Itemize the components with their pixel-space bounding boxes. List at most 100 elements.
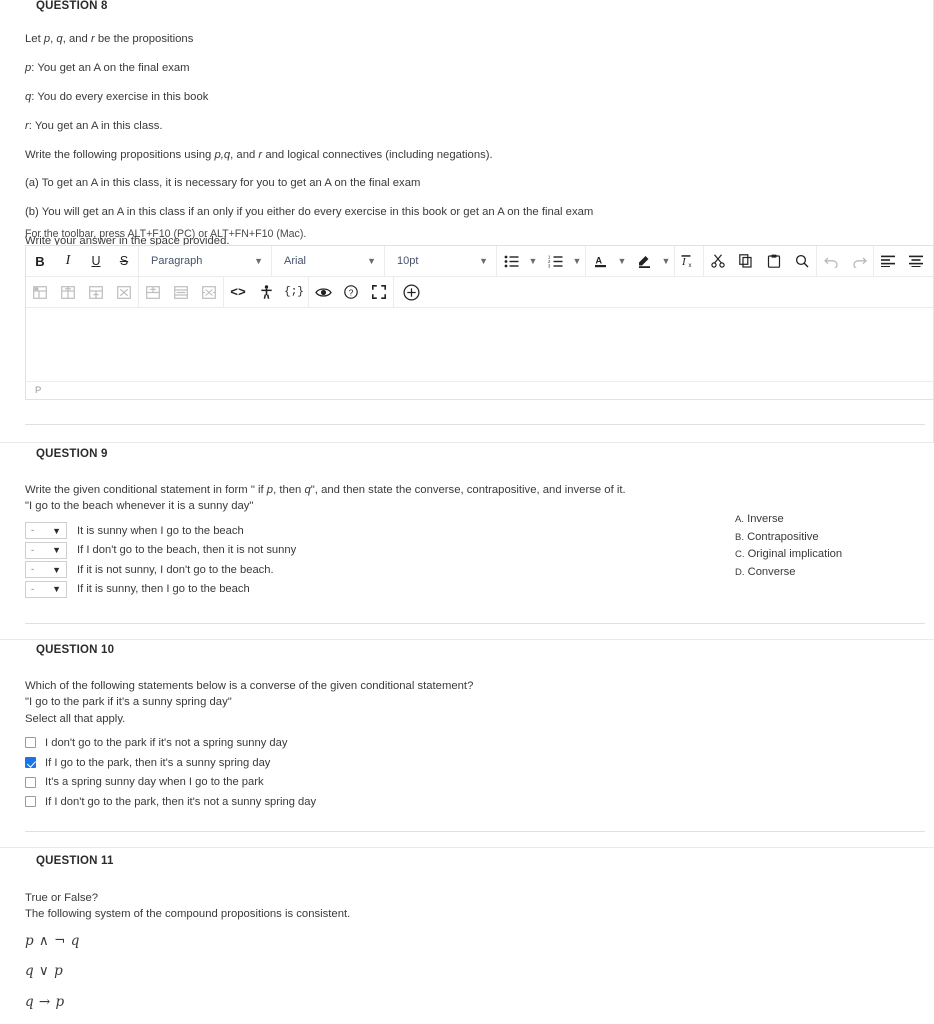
clear-formatting-group: Ix [675, 246, 704, 276]
highlight-color-icon[interactable] [630, 246, 658, 276]
text-color-chevron-down-icon[interactable]: ▼ [614, 246, 630, 276]
numbered-list-icon[interactable]: 123 [541, 246, 569, 276]
redo-icon[interactable] [845, 246, 873, 276]
answer-key-letter: A. [735, 514, 744, 525]
underline-icon[interactable]: U [82, 246, 110, 276]
question-9-option-label: If it is sunny, then I go to the beach [77, 583, 250, 596]
svg-text:I: I [681, 256, 687, 268]
question-9-answer-key: A. Inverse B. Contrapositive C. Original… [735, 511, 842, 581]
italic-icon[interactable]: I [54, 246, 82, 276]
question-9-dropdown-3[interactable]: - ▼ [25, 561, 67, 579]
view-tools-group: ? [309, 277, 394, 307]
editor-content-area[interactable] [26, 308, 933, 381]
rich-text-editor[interactable]: B I U S Paragraph ▼ Arial ▼ 10pt ▼ ▼ 1 2… [25, 245, 934, 400]
undo-icon[interactable] [817, 246, 845, 276]
font-family-select[interactable]: Arial ▼ [272, 246, 385, 276]
paragraph-format-select[interactable]: Paragraph ▼ [139, 246, 272, 276]
align-center-icon[interactable] [902, 246, 930, 276]
table-insert-column-icon[interactable] [139, 277, 167, 307]
question-9-title: QUESTION 9 [36, 448, 108, 460]
table-merge-cells-icon[interactable] [167, 277, 195, 307]
clear-formatting-icon[interactable]: Ix [675, 246, 703, 276]
question-8-line-2: p: You get an A on the final exam [25, 61, 190, 74]
insert-plus-icon[interactable] [394, 277, 428, 307]
answer-key-label: Converse [747, 565, 796, 578]
fullscreen-icon[interactable] [365, 277, 393, 307]
insert-group [394, 277, 428, 307]
font-size-select[interactable]: 10pt ▼ [385, 246, 497, 276]
chevron-down-icon: ▼ [52, 545, 61, 556]
chevron-down-icon: ▼ [254, 256, 263, 266]
answer-key-label: Contrapositive [747, 530, 819, 543]
code-sample-icon[interactable]: {;} [280, 277, 308, 307]
table-row-properties-icon[interactable] [54, 277, 82, 307]
help-icon[interactable]: ? [337, 277, 365, 307]
preview-eye-icon[interactable] [309, 277, 337, 307]
question-10-title: QUESTION 10 [36, 644, 115, 656]
question-11-formula-3: q → p [25, 993, 65, 1010]
dropdown-value: - [31, 564, 35, 576]
question-8-line-7: (b) You will get an A in this class if a… [25, 206, 594, 219]
svg-text:?: ? [349, 287, 354, 297]
source-code-icon[interactable]: <> [224, 277, 252, 307]
text-color-icon[interactable]: A [586, 246, 614, 276]
editor-status-bar: P [26, 381, 933, 399]
question-9-dropdown-1[interactable]: - ▼ [25, 522, 67, 540]
question-8-line-4: r: You get an A in this class. [25, 119, 163, 132]
question-10-prompt-1: Which of the following statements below … [25, 680, 474, 692]
svg-text:3: 3 [548, 263, 551, 267]
table-delete-icon[interactable] [110, 277, 138, 307]
chevron-down-icon: ▼ [479, 256, 488, 266]
table-insert-row-icon[interactable] [82, 277, 110, 307]
dropdown-value: - [31, 525, 35, 537]
table-icon[interactable] [26, 277, 54, 307]
question-10-checkbox-1[interactable] [25, 737, 36, 749]
question-8-line-1: Let p, q, and r be the propositions [25, 33, 194, 45]
search-icon[interactable] [788, 246, 816, 276]
font-family-value: Arial [284, 255, 307, 267]
question-9-dropdown-4[interactable]: - ▼ [25, 580, 67, 598]
editor-toolbar-row-1: B I U S Paragraph ▼ Arial ▼ 10pt ▼ ▼ 1 2… [26, 246, 933, 277]
copy-icon[interactable] [732, 246, 760, 276]
question-10-bottom-divider [0, 847, 934, 848]
question-10-option-label: If I go to the park, then it's a sunny s… [45, 756, 271, 769]
code-tools-group: <> {;} [224, 277, 309, 307]
question-9-inset-divider [25, 623, 925, 624]
strikethrough-icon[interactable]: S [110, 246, 138, 276]
answer-key-label: Original implication [747, 548, 843, 561]
question-10-option-label: If I don't go to the park, then it's not… [45, 795, 317, 808]
table-split-cells-icon[interactable] [195, 277, 223, 307]
question-9-answer-row: - ▼ If it is sunny, then I go to the bea… [25, 580, 924, 600]
bullet-list-icon[interactable] [497, 246, 525, 276]
color-group: A ▼ ▼ [586, 246, 675, 276]
table-edit-group [139, 277, 224, 307]
paragraph-format-value: Paragraph [151, 255, 203, 267]
question-8-title: QUESTION 8 [36, 0, 108, 12]
accessibility-icon[interactable] [252, 277, 280, 307]
bullet-list-chevron-down-icon[interactable]: ▼ [525, 246, 541, 276]
bold-icon[interactable]: B [26, 246, 54, 276]
history-group [817, 246, 874, 276]
question-8-line-5: Write the following propositions using p… [25, 148, 493, 161]
numbered-list-chevron-down-icon[interactable]: ▼ [569, 246, 585, 276]
question-9-dropdown-2[interactable]: - ▼ [25, 541, 67, 559]
question-10-option-row: I don't go to the park if it's not a spr… [25, 733, 924, 753]
question-9-option-label: If I don't go to the beach, then it is n… [77, 544, 297, 557]
question-10-checkbox-2[interactable] [25, 757, 36, 769]
editor-toolbar-row-2: <> {;} ? [26, 277, 933, 308]
question-10-body: Which of the following statements below … [0, 678, 934, 812]
question-10-checkbox-4[interactable] [25, 796, 36, 808]
highlight-color-chevron-down-icon[interactable]: ▼ [658, 246, 674, 276]
paste-icon[interactable] [760, 246, 788, 276]
question-11-prompt-1: True or False? [25, 892, 99, 904]
question-10-option-label: I don't go to the park if it's not a spr… [45, 736, 288, 749]
question-11-formula-1: p ∧ ¬ q [25, 932, 80, 949]
question-10-option-label: It's a spring sunny day when I go to the… [45, 776, 264, 789]
clipboard-group [704, 246, 817, 276]
question-9-prompt-1: Write the given conditional statement in… [25, 484, 626, 496]
answer-key-label: Inverse [747, 513, 784, 525]
question-10-checkbox-3[interactable] [25, 776, 36, 788]
cut-icon[interactable] [704, 246, 732, 276]
answer-key-item: A. Inverse [735, 511, 842, 529]
align-left-icon[interactable] [874, 246, 902, 276]
